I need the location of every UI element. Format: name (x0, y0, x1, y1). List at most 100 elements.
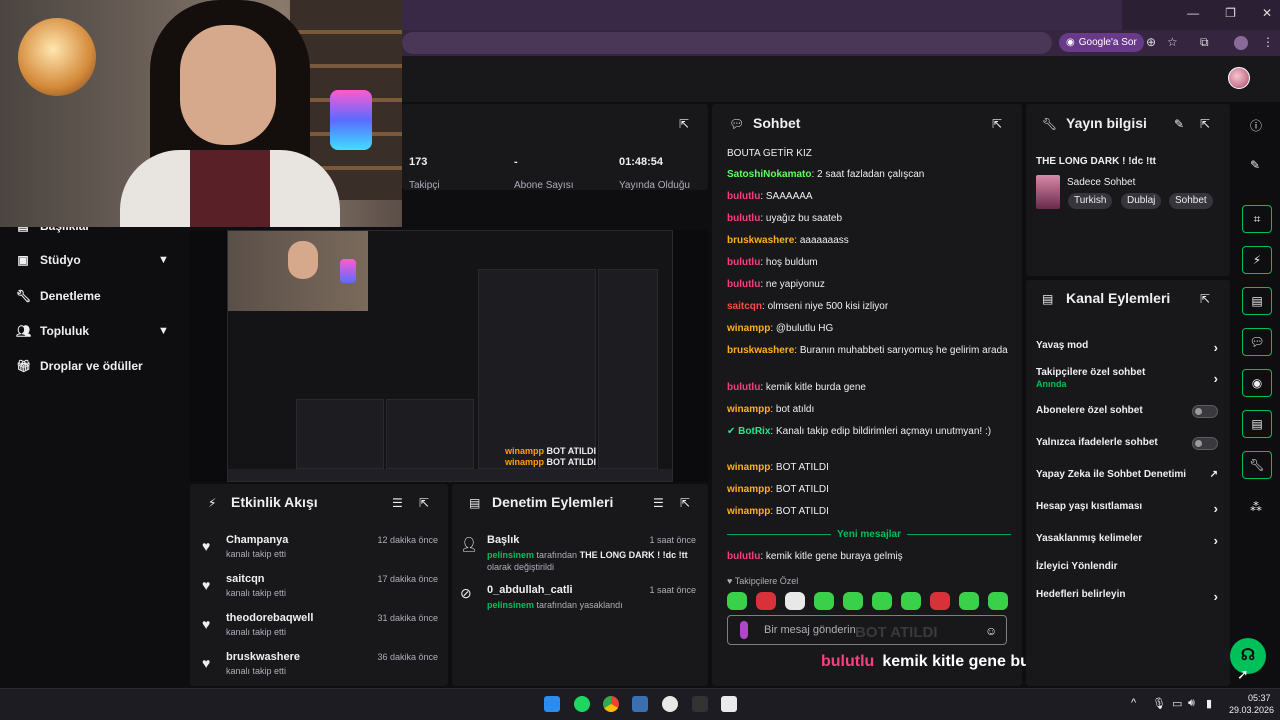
channel-action-account-age[interactable]: Hesap yaşı kısıtlaması › (1036, 501, 1218, 516)
mic-icon[interactable] (740, 621, 748, 639)
pencil-icon[interactable]: ✎ (1174, 117, 1184, 131)
chevron-up-icon[interactable]: ^ (1131, 697, 1136, 709)
chat-username[interactable]: bulutlu (727, 257, 760, 268)
chat-username[interactable]: bulutlu (727, 382, 760, 393)
google-ask-button[interactable]: ◉ Google'a Sor (1059, 33, 1144, 52)
sidebar-item-moderation[interactable]: 🔧︎ Denetleme (16, 289, 101, 303)
emote-icon[interactable] (785, 592, 805, 610)
taskbar-date[interactable]: 29.03.2026 (1229, 705, 1274, 715)
windows-start-icon[interactable] (544, 696, 560, 712)
taskbar-time[interactable]: 05:37 (1248, 693, 1271, 703)
menu-dots-icon[interactable]: ⋮ (1262, 35, 1274, 49)
globe-lamp (18, 18, 96, 96)
volume-icon[interactable]: 🔊︎ (1188, 697, 1195, 710)
chat-username[interactable]: saitcqn (727, 301, 762, 312)
channel-actions-icon[interactable]: ▤ (1242, 410, 1272, 438)
chat-username[interactable]: bruskwashere (727, 235, 794, 246)
spotify-icon[interactable] (574, 696, 590, 712)
popout-icon[interactable]: ⇱ (419, 496, 429, 510)
emote-icon[interactable] (930, 592, 950, 610)
mic-icon[interactable]: 🎙︎ (1152, 697, 1166, 710)
battery-icon[interactable]: ▮ (1206, 697, 1212, 710)
channel-action-raid[interactable]: İzleyici Yönlendir (1036, 561, 1218, 572)
emote-icon[interactable] (727, 592, 747, 610)
bolt-icon[interactable]: ⚡︎ (1242, 246, 1272, 274)
toggle-switch[interactable] (1192, 437, 1218, 450)
chat-username[interactable]: bulutlu (727, 213, 760, 224)
emote-icon[interactable] (988, 592, 1008, 610)
chat-username[interactable]: SatoshiNokamato (727, 169, 811, 180)
channel-action-slow-mode[interactable]: Yavaş mod › (1036, 340, 1218, 355)
profile-avatar[interactable] (1234, 36, 1248, 50)
wrench-icon[interactable]: 🔧︎ (1242, 451, 1272, 479)
new-messages-divider[interactable]: Yeni mesajlar (727, 527, 1011, 541)
sidebar-item-studio[interactable]: ▣ Stüdyo (16, 253, 80, 267)
pencil-icon[interactable]: ✎ (1250, 158, 1260, 172)
chat-username[interactable]: bulutlu (727, 191, 760, 202)
chrome-icon[interactable] (603, 696, 619, 712)
channel-action-followers-only[interactable]: Takipçilere özel sohbet Anında › (1036, 367, 1218, 389)
sidebar-item-community[interactable]: 👥︎ Topluluk (16, 324, 89, 338)
user-avatar[interactable] (1228, 67, 1250, 89)
address-bar[interactable] (402, 32, 1052, 54)
emote-icon[interactable] (756, 592, 776, 610)
epic-games-icon[interactable] (692, 696, 708, 712)
app-icon[interactable] (721, 696, 737, 712)
maximize-button[interactable]: ❐ (1225, 6, 1236, 20)
popout-icon[interactable]: ⇱ (1200, 292, 1210, 306)
browser-tabstrip[interactable] (402, 0, 1122, 30)
emote-icon[interactable] (814, 592, 834, 610)
chat-username[interactable]: winampp (727, 323, 770, 334)
subs-count: - (514, 156, 518, 168)
popout-icon[interactable]: ⇱ (1200, 117, 1210, 131)
emote-icon[interactable] (959, 592, 979, 610)
zoom-icon[interactable]: ⊕ (1146, 35, 1156, 49)
tag-chip[interactable]: Sohbet (1169, 193, 1213, 209)
chevron-down-icon[interactable]: ▼ (158, 254, 169, 266)
emote-icon[interactable] (843, 592, 863, 610)
sidebar-item-drops[interactable]: 🎁︎ Droplar ve ödüller (16, 359, 143, 373)
popout-icon[interactable]: ⇱ (992, 117, 1002, 131)
chat-message: winampp: BOT ATILDI (727, 506, 829, 517)
tag-chip[interactable]: Turkish (1068, 193, 1113, 209)
channel-action-ai-moderation[interactable]: Yapay Zeka ile Sohbet Denetimi ↗ (1036, 469, 1218, 480)
toggle-switch[interactable] (1192, 405, 1218, 418)
chat-message: bulutlu: hoş buldum (727, 257, 818, 268)
chat-username[interactable]: winampp (727, 484, 770, 495)
chat-username[interactable]: winampp (727, 506, 770, 517)
chat-message: winampp: @bulutlu HG (727, 323, 834, 334)
chat-bubble-icon[interactable]: 💬︎ (1242, 328, 1272, 356)
chevron-down-icon[interactable]: ▼ (158, 325, 169, 337)
channel-action-goals[interactable]: Hedefleri belirleyin › (1036, 589, 1218, 604)
network-icon[interactable]: ▭ (1172, 697, 1182, 710)
tag-chip[interactable]: Dublaj (1121, 193, 1162, 209)
info-icon[interactable]: ⓘ (1250, 117, 1262, 134)
chat-username[interactable]: winampp (727, 462, 770, 473)
heart-icon: ♥ (202, 655, 211, 671)
emoji-icon[interactable]: ☺ (985, 624, 997, 638)
clip-icon[interactable]: ⌗ (1242, 205, 1272, 233)
steam-icon[interactable] (662, 696, 678, 712)
chat-text: 2 saat fazladan çalışcan (817, 169, 925, 180)
broadcast-icon[interactable]: ◉ (1242, 369, 1272, 397)
document-icon[interactable]: ▤ (1242, 287, 1272, 315)
channel-action-banned-words[interactable]: Yasaklanmış kelimeler › (1036, 533, 1218, 548)
extensions-icon[interactable]: ⧉ (1200, 35, 1209, 50)
chat-username[interactable]: winampp (727, 404, 770, 415)
emote-icon[interactable] (872, 592, 892, 610)
bookmark-star-icon[interactable]: ☆ (1167, 35, 1178, 49)
app-icon[interactable] (632, 696, 648, 712)
popout-icon[interactable]: ⇱ (680, 496, 690, 510)
filter-icon[interactable]: ☰ (392, 496, 403, 510)
popout-icon[interactable]: ⇱ (679, 117, 689, 131)
chat-text: uyağız bu saateb (765, 213, 843, 224)
chat-username[interactable]: bruskwashere (727, 345, 794, 356)
apps-icon[interactable]: ⁂ (1250, 500, 1262, 514)
chat-username[interactable]: BotRix (738, 426, 770, 437)
stream-category[interactable]: Sadece Sohbet (1067, 177, 1135, 188)
chat-username[interactable]: bulutlu (727, 279, 760, 290)
emote-icon[interactable] (901, 592, 921, 610)
filter-icon[interactable]: ☰ (653, 496, 664, 510)
close-button[interactable]: ✕ (1262, 6, 1272, 20)
minimize-button[interactable]: — (1187, 6, 1199, 20)
